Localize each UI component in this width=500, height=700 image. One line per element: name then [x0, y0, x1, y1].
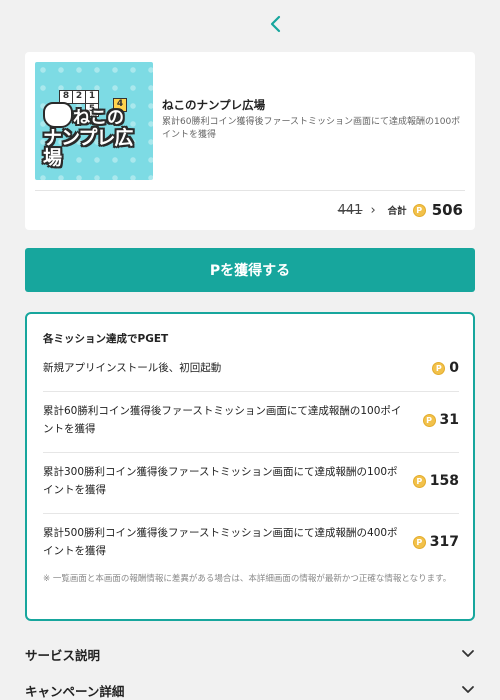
old-points: 441	[337, 202, 363, 218]
mission-row: 新規アプリインストール後、初回起動 P0	[43, 359, 459, 377]
puzzle-tile: 1	[85, 90, 99, 104]
accordion-label: サービス説明	[25, 647, 101, 663]
mission-points: 317	[429, 534, 459, 550]
mission-points: 158	[429, 473, 459, 489]
accordion-campaign-details[interactable]: キャンペーン詳細	[25, 676, 475, 700]
divider	[35, 190, 465, 191]
divider	[43, 452, 459, 453]
puzzle-tile: 2	[72, 90, 86, 104]
mission-row: 累計60勝利コイン獲得後ファーストミッション画面にて達成報酬の100ポイントを獲…	[43, 402, 459, 438]
total-points: 506	[431, 201, 463, 219]
mission-text: 新規アプリインストール後、初回起動	[43, 362, 222, 374]
missions-title: 各ミッション達成でPGET	[43, 333, 169, 345]
mission-text: 累計60勝利コイン獲得後ファーストミッション画面にて達成報酬の100ポイントを獲…	[43, 405, 402, 435]
chevron-down-icon	[462, 650, 474, 657]
divider	[43, 391, 459, 392]
disclaimer-note: ※ 一覧画面と本画面の報酬情報に差異がある場合は、本詳細画面の情報が最新かつ正確…	[43, 574, 452, 584]
app-card: 8 2 1 5 4 ねこの ナンプレ広場 ねこのナンプレ広場 累計60勝利コイン…	[25, 52, 475, 230]
mission-points: 0	[449, 360, 459, 376]
mission-row: 累計300勝利コイン獲得後ファーストミッション画面にて達成報酬の100ポイントを…	[43, 463, 459, 499]
point-coin-icon: P	[412, 535, 426, 549]
back-button[interactable]	[262, 10, 288, 38]
point-coin-icon: P	[412, 203, 426, 217]
mission-points: 31	[439, 412, 459, 428]
point-coin-icon: P	[432, 361, 446, 375]
point-coin-icon: P	[412, 474, 426, 488]
points-summary: 441 › 合計 P 506	[338, 198, 463, 222]
app-thumbnail: 8 2 1 5 4 ねこの ナンプレ広場	[35, 62, 153, 180]
point-coin-icon: P	[422, 413, 436, 427]
app-logo-title: ねこの ナンプレ広場	[43, 108, 133, 169]
chevron-down-icon	[462, 686, 474, 693]
accordion-service-description[interactable]: サービス説明	[25, 640, 475, 668]
mission-text: 累計500勝利コイン獲得後ファーストミッション画面にて達成報酬の400ポイントを…	[43, 527, 398, 557]
mission-row: 累計500勝利コイン獲得後ファーストミッション画面にて達成報酬の400ポイントを…	[43, 524, 459, 560]
chevron-right-icon: ›	[370, 202, 376, 218]
chevron-left-icon	[270, 15, 281, 33]
get-points-button[interactable]: Pを獲得する	[25, 248, 475, 292]
accordion-label: キャンペーン詳細	[25, 683, 125, 699]
divider	[43, 513, 459, 514]
total-label: 合計	[387, 206, 407, 217]
mission-text: 累計300勝利コイン獲得後ファーストミッション画面にて達成報酬の100ポイントを…	[43, 466, 398, 496]
app-title: ねこのナンプレ広場	[162, 98, 266, 112]
app-description: 累計60勝利コイン獲得後ファーストミッション画面にて達成報酬の100ポイントを獲…	[162, 117, 461, 140]
missions-panel: 各ミッション達成でPGET 新規アプリインストール後、初回起動 P0 累計60勝…	[25, 312, 475, 621]
